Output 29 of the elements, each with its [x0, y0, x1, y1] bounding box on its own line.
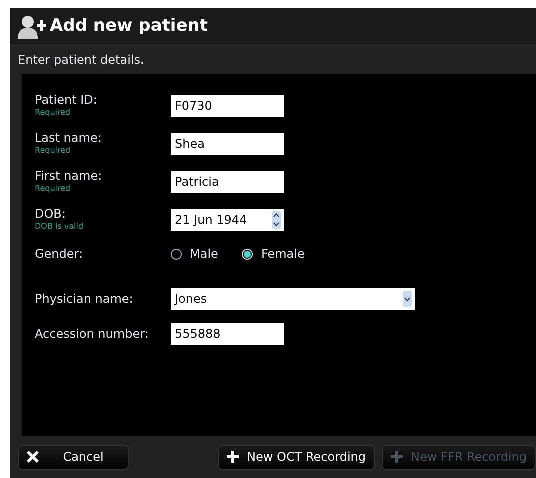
window-title: Add new patient: [50, 14, 208, 38]
field-hint: Required: [35, 108, 72, 118]
input-field[interactable]: 555888: [171, 323, 284, 345]
field-hint: Required: [35, 184, 72, 194]
close-icon: [27, 451, 39, 463]
date-field[interactable]: 21 Jun 1944: [171, 208, 284, 230]
user-plus-icon: [18, 14, 46, 38]
input-field[interactable]: Patricia: [171, 170, 284, 192]
subtitle: Enter patient details.: [18, 52, 144, 69]
field-hint: DOB is valid: [35, 222, 85, 232]
spinner-icon[interactable]: [272, 210, 281, 228]
dropdown-field[interactable]: Jones: [171, 288, 415, 310]
field-label: Accession number:: [35, 326, 150, 342]
input-field[interactable]: Shea: [171, 132, 284, 154]
field-label: Physician name:: [35, 292, 134, 306]
radio-option[interactable]: Male: [171, 245, 218, 263]
radio-option[interactable]: Female: [242, 245, 305, 263]
field-label: Last name:: [35, 131, 103, 146]
cancel-button[interactable]: Cancel: [18, 444, 130, 470]
field-hint: Required: [35, 146, 72, 156]
chevron-down-icon[interactable]: [403, 291, 412, 307]
plus-icon: [391, 451, 404, 463]
field-label: Patient ID:: [35, 93, 98, 108]
field-label: Gender:: [35, 246, 84, 262]
input-field[interactable]: F0730: [171, 94, 284, 116]
new-recording-button[interactable]: New OCT Recording: [218, 444, 376, 470]
field-label: First name:: [35, 169, 104, 184]
field-label: DOB:: [35, 207, 67, 222]
plus-icon: [227, 451, 240, 463]
